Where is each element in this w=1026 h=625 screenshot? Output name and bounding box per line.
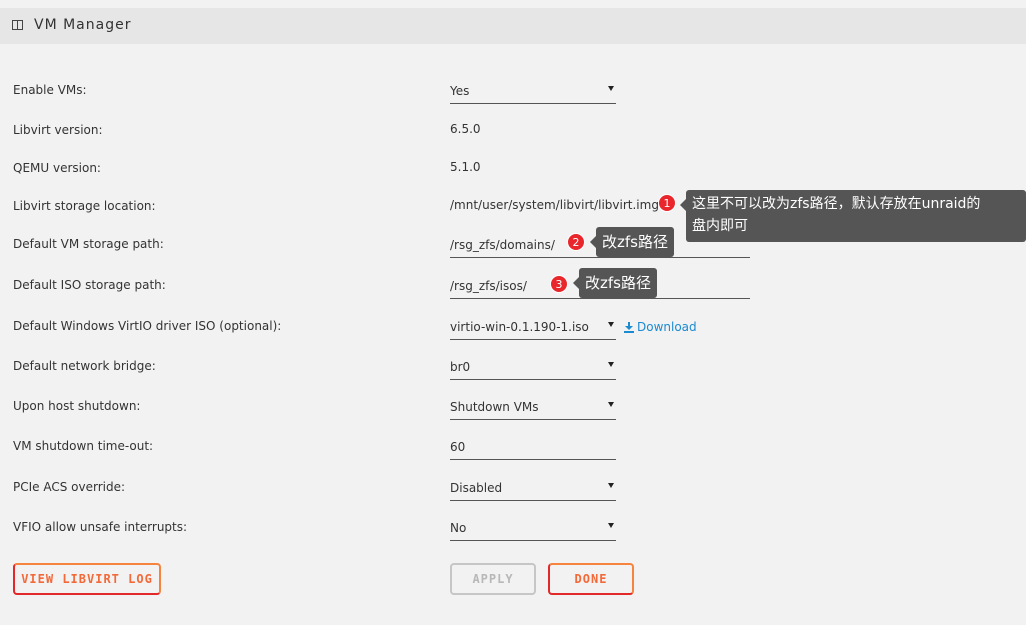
download-label: Download xyxy=(637,320,697,334)
vfio-unsafe-select[interactable]: No xyxy=(450,515,616,541)
panel-header: VM Manager xyxy=(0,8,1026,44)
setting-label: PCIe ACS override: xyxy=(13,480,126,494)
annotation-badge-1: 1 xyxy=(658,194,676,212)
setting-shutdown-timeout: VM shutdown time-out: 60 xyxy=(0,434,1026,464)
setting-label: Libvirt version: xyxy=(13,123,103,137)
caret-down-icon xyxy=(608,483,614,488)
setting-label: Default network bridge: xyxy=(13,359,156,373)
annotation-text-line: 这里不可以改为zfs路径，默认存放在unraid的 xyxy=(692,196,981,212)
network-bridge-select[interactable]: br0 xyxy=(450,354,616,380)
page-title: VM Manager xyxy=(34,17,132,33)
input-value: 60 xyxy=(450,440,466,454)
annotation-tooltip-1: 这里不可以改为zfs路径，默认存放在unraid的 盘内即可 xyxy=(680,190,1026,242)
done-button[interactable]: DONE xyxy=(548,563,634,595)
qemu-version-value: 5.1.0 xyxy=(450,160,481,174)
caret-down-icon xyxy=(608,402,614,407)
libvirt-storage-value: /mnt/user/system/libvirt/libvirt.img xyxy=(450,198,659,212)
setting-label: Default ISO storage path: xyxy=(13,278,166,292)
setting-host-shutdown: Upon host shutdown: Shutdown VMs xyxy=(0,394,1026,424)
download-icon xyxy=(624,322,634,333)
setting-virtio-iso: Default Windows VirtIO driver ISO (optio… xyxy=(0,314,1026,344)
panel-icon xyxy=(12,20,23,30)
annotation-tooltip-3: 改zfs路径 xyxy=(573,268,657,298)
setting-iso-storage-path: Default ISO storage path: /rsg_zfs/isos/ xyxy=(0,273,1026,303)
annotation-text-line: 盘内即可 xyxy=(692,218,748,234)
select-value: Shutdown VMs xyxy=(450,400,539,414)
host-shutdown-select[interactable]: Shutdown VMs xyxy=(450,394,616,420)
setting-label: Default VM storage path: xyxy=(13,237,164,251)
caret-down-icon xyxy=(608,523,614,528)
select-value: br0 xyxy=(450,360,471,374)
caret-down-icon xyxy=(608,362,614,367)
input-value: /rsg_zfs/isos/ xyxy=(450,279,527,293)
select-value: virtio-win-0.1.190-1.iso xyxy=(450,320,589,334)
select-value: No xyxy=(450,521,467,535)
pcie-acs-select[interactable]: Disabled xyxy=(450,475,616,501)
setting-label: Libvirt storage location: xyxy=(13,199,156,213)
select-value: Yes xyxy=(450,84,470,98)
setting-network-bridge: Default network bridge: br0 xyxy=(0,354,1026,384)
shutdown-timeout-input[interactable]: 60 xyxy=(450,434,616,460)
annotation-badge-2: 2 xyxy=(567,233,585,251)
setting-label: VFIO allow unsafe interrupts: xyxy=(13,520,188,534)
caret-down-icon xyxy=(608,86,614,91)
setting-label: VM shutdown time-out: xyxy=(13,439,154,453)
setting-label: Upon host shutdown: xyxy=(13,399,141,413)
input-value: /rsg_zfs/domains/ xyxy=(450,238,555,252)
setting-pcie-acs: PCIe ACS override: Disabled xyxy=(0,475,1026,505)
caret-down-icon xyxy=(608,322,614,327)
annotation-badge-3: 3 xyxy=(550,275,568,293)
setting-enable-vms: Enable VMs: Yes xyxy=(0,78,1026,108)
setting-label: Default Windows VirtIO driver ISO (optio… xyxy=(13,319,282,333)
apply-button[interactable]: APPLY xyxy=(450,563,536,595)
setting-label: QEMU version: xyxy=(13,161,101,175)
setting-label: Enable VMs: xyxy=(13,83,87,97)
select-value: Disabled xyxy=(450,481,503,495)
enable-vms-select[interactable]: Yes xyxy=(450,78,616,104)
libvirt-version-value: 6.5.0 xyxy=(450,122,481,136)
annotation-tooltip-2: 改zfs路径 xyxy=(590,227,674,257)
download-link[interactable]: Download xyxy=(624,320,697,334)
view-libvirt-log-button[interactable]: VIEW LIBVIRT LOG xyxy=(13,563,161,595)
virtio-iso-select[interactable]: virtio-win-0.1.190-1.iso xyxy=(450,314,616,340)
setting-libvirt-version: Libvirt version: 6.5.0 xyxy=(0,118,1026,148)
setting-vfio-unsafe: VFIO allow unsafe interrupts: No xyxy=(0,515,1026,545)
setting-qemu-version: QEMU version: 5.1.0 xyxy=(0,156,1026,186)
